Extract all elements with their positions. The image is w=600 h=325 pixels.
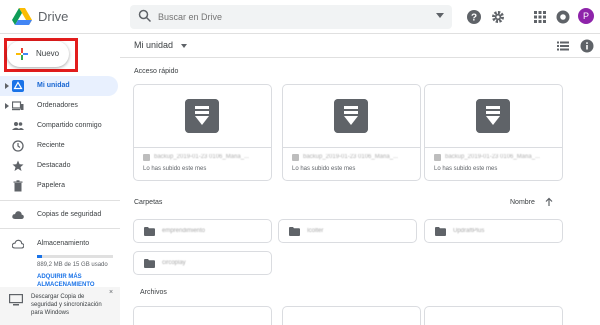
sidebar: Nuevo Mi unidad Ordenadores Compartido c… <box>0 34 120 325</box>
sidebar-item-shared[interactable]: Compartido conmigo <box>0 116 118 136</box>
search-input[interactable] <box>158 8 418 26</box>
sidebar-item-my-drive[interactable]: Mi unidad <box>0 76 118 96</box>
sidebar-item-label: Copias de seguridad <box>37 211 102 218</box>
file-activity: Lo has subido este mes <box>434 166 498 172</box>
sidebar-item-label: Papelera <box>37 182 66 189</box>
sidebar-item-label: Ordenadores <box>37 102 78 109</box>
file-name: backup_2019-01-23 0106_Maria_... <box>445 154 541 160</box>
file-name: backup_2019-01-23 0106_Maria_... <box>154 154 250 160</box>
sort-ascending-icon[interactable] <box>544 197 554 207</box>
sidebar-item-label: Reciente <box>37 142 65 149</box>
file-card[interactable] <box>133 306 272 325</box>
sidebar-item-label: Compartido conmigo <box>37 122 102 129</box>
svg-text:?: ? <box>471 13 477 24</box>
file-thumbnail <box>134 85 271 148</box>
quick-access-card[interactable]: backup_2019-01-23 0106_Maria_... Lo has … <box>424 84 563 181</box>
clock-icon <box>12 140 24 152</box>
quick-access-card[interactable]: backup_2019-01-23 0106_Maria_... Lo has … <box>133 84 272 181</box>
folder-name: circoplay <box>162 260 186 266</box>
chevron-down-icon[interactable] <box>181 44 187 48</box>
sidebar-item-starred[interactable]: Destacado <box>0 156 118 176</box>
expand-caret-icon[interactable] <box>5 83 9 89</box>
account-avatar[interactable]: P <box>578 8 594 24</box>
sidebar-item-backups[interactable]: Copias de seguridad <box>0 205 118 225</box>
new-button[interactable]: Nuevo <box>7 41 69 67</box>
computer-icon <box>9 294 23 306</box>
folder-name: Icolter <box>307 228 324 234</box>
list-view-icon[interactable] <box>556 39 570 53</box>
folder-name: emprendimiento <box>162 228 206 234</box>
storage-usage-bar <box>37 255 113 258</box>
apps-grid-icon[interactable] <box>532 9 548 25</box>
file-name: backup_2019-01-23 0106_Maria_... <box>303 154 399 160</box>
folder-item[interactable]: Icolter <box>278 219 417 243</box>
sidebar-item-label: Almacenamiento <box>37 240 90 247</box>
sort-by-name[interactable]: Nombre <box>510 199 535 206</box>
help-icon[interactable]: ? <box>466 9 482 25</box>
files-heading: Archivos <box>140 289 167 296</box>
drive-icon <box>12 80 24 92</box>
computers-icon <box>12 101 24 111</box>
backup-sync-promo[interactable]: Descargar Copia de seguridad y sincroniz… <box>0 287 120 325</box>
close-icon[interactable]: × <box>109 289 113 296</box>
archive-file-icon <box>334 99 368 133</box>
top-bar: Drive ? P <box>0 0 600 34</box>
search-icon[interactable] <box>138 9 152 23</box>
promo-text: Descargar Copia de seguridad y sincroniz… <box>31 294 102 316</box>
file-type-icon <box>434 154 441 161</box>
notifications-icon[interactable] <box>555 9 571 25</box>
sidebar-item-recent[interactable]: Reciente <box>0 136 118 156</box>
archive-file-icon <box>476 99 510 133</box>
quick-access-heading: Acceso rápido <box>134 68 179 75</box>
sidebar-item-label: Mi unidad <box>37 82 70 89</box>
file-activity: Lo has subido este mes <box>143 166 207 172</box>
sidebar-item-label: Destacado <box>37 162 71 169</box>
folder-item[interactable]: UpdraftPlus <box>424 219 563 243</box>
page-title[interactable]: Mi unidad <box>134 40 173 50</box>
sidebar-divider <box>0 228 120 229</box>
folder-icon <box>435 227 446 236</box>
file-type-icon <box>143 154 150 161</box>
archive-file-icon <box>185 99 219 133</box>
settings-gear-icon[interactable] <box>490 9 506 25</box>
drive-app: Drive ? P <box>0 0 600 325</box>
folder-icon <box>289 227 300 236</box>
sidebar-item-trash[interactable]: Papelera <box>0 176 118 196</box>
file-thumbnail <box>283 85 420 148</box>
sidebar-item-computers[interactable]: Ordenadores <box>0 96 118 116</box>
search-options-icon[interactable] <box>436 13 444 18</box>
storage-usage-fill <box>37 255 42 258</box>
people-icon <box>12 122 24 130</box>
drive-logo-icon[interactable] <box>12 8 32 26</box>
expand-caret-icon[interactable] <box>5 103 9 109</box>
file-type-icon <box>292 154 299 161</box>
brand-name[interactable]: Drive <box>38 9 68 24</box>
folder-icon <box>144 227 155 236</box>
storage-usage-text: 889,2 MB de 15 GB usado <box>37 262 108 268</box>
star-icon <box>12 160 24 171</box>
quick-access-card[interactable]: backup_2019-01-23 0106_Maria_... Lo has … <box>282 84 421 181</box>
folder-item[interactable]: circoplay <box>133 251 272 275</box>
folder-item[interactable]: emprendimiento <box>133 219 272 243</box>
plus-icon <box>16 48 28 60</box>
search-bar[interactable] <box>130 5 452 29</box>
file-thumbnail <box>425 85 562 148</box>
trash-icon <box>13 180 23 192</box>
sidebar-item-storage[interactable]: Almacenamiento <box>0 234 118 254</box>
cloud-outline-icon <box>12 239 24 249</box>
info-icon[interactable] <box>580 39 594 53</box>
sidebar-divider <box>0 200 120 201</box>
folder-icon <box>144 259 155 268</box>
file-card[interactable] <box>424 306 563 325</box>
file-activity: Lo has subido este mes <box>292 166 356 172</box>
main-content: Mi unidad Acceso rápido backup_2019-01-2… <box>120 34 600 325</box>
cloud-icon <box>12 211 24 219</box>
main-header: Mi unidad <box>120 34 600 58</box>
folders-heading: Carpetas <box>134 199 163 206</box>
new-button-label: Nuevo <box>36 49 60 58</box>
folder-name: UpdraftPlus <box>453 228 485 234</box>
file-card[interactable] <box>282 306 421 325</box>
